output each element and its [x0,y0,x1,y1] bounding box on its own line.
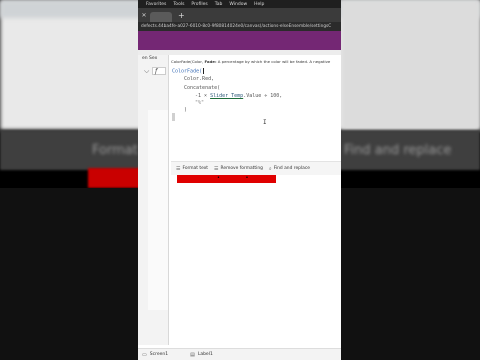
menu-profiles[interactable]: Profiles [191,2,207,7]
new-tab-icon[interactable]: + [178,11,185,20]
remove-formatting-label: Remove formatting [220,166,263,171]
label-name: Label1 [197,352,213,357]
formula-format-bar: ☰ Format text ☰ Remove formatting ⌕ Find an… [171,161,341,175]
text-caret [203,68,205,74]
browser-menu-bar: Favorites Tools Profiles Tab Window Help [138,0,341,8]
blurred-background-right [341,0,480,130]
menu-tools[interactable]: Tools [173,2,184,7]
find-replace-button[interactable]: ⌕ Find and replace [269,166,310,172]
browser-tab-bar: ✕ + [138,8,341,22]
code-line-6: ) [184,107,188,113]
format-icon: ☰ [176,165,181,172]
code-line-1: ColorFade( [172,68,205,75]
status-bar: ▭ Screen1 ▤ Label1 [138,348,341,360]
blurred-red-bar [88,168,144,188]
tooltip-param-active: Fade: [204,59,217,64]
device-screen: Favorites Tools Profiles Tab Window Help… [138,0,341,360]
code-function-name: ColorFade( [172,68,203,75]
format-text-label: Format text [182,166,209,171]
code-line-5: "%" [195,100,205,106]
remove-format-icon: ☰ [214,165,219,172]
menu-favorites[interactable]: Favorites [146,2,166,7]
blurred-format-text: Format [92,143,138,158]
browser-tab[interactable] [150,12,172,22]
screen-selector[interactable]: ▭ Screen1 [142,352,168,358]
screen-icon: ▭ [142,351,147,358]
label-icon: ▤ [190,351,195,358]
screen-label: Screen1 [149,352,169,357]
blurred-find-replace: Find and replace [344,143,452,158]
address-bar[interactable]: defects.44ba4fe-a027-6010-8c0-9f80814024… [138,22,341,31]
menu-help[interactable]: Help [254,2,264,7]
fx-button[interactable]: f [152,67,166,75]
code-line-2: Color.Red, [184,76,215,82]
chevron-down-icon[interactable]: ⌵ [144,67,149,76]
mouse-cursor-icon: I [263,119,267,126]
close-icon[interactable]: ✕ [138,12,150,19]
label-selector[interactable]: ▤ Label1 [190,352,213,358]
format-text-button[interactable]: ☰ Format text [176,166,208,172]
tooltip-param: Color, [191,59,204,64]
search-icon: ⌕ [268,165,272,172]
canvas-area [148,110,168,310]
menu-window[interactable]: Window [229,2,247,7]
remove-formatting-button[interactable]: ☰ Remove formatting [214,166,263,172]
menu-tab[interactable]: Tab [215,2,223,7]
control-reference: Slider_Temp [210,93,244,99]
tooltip-description: A percentage by which the color will be … [217,59,331,64]
formula-editor[interactable]: ColorFade( Color.Red, Concatenate( -1 × … [171,66,341,156]
code-line-3: Concatenate( [184,85,221,91]
video-frame: Format Find and replace Favorites Tools … [0,0,480,360]
tooltip-function: ColorFade( [171,59,192,64]
scroll-marker [172,113,175,121]
selection-handles[interactable]: • • [217,175,261,181]
app-header [138,31,341,50]
formula-signature-tooltip: ColorFade(Color, Fade: A percentage by w… [171,57,341,66]
screen-tab-label[interactable]: en Sex [142,56,157,61]
code-line-4: -1 × Slider_Temp.Value ÷ 100, [195,93,283,99]
find-replace-label: Find and replace [273,166,310,171]
